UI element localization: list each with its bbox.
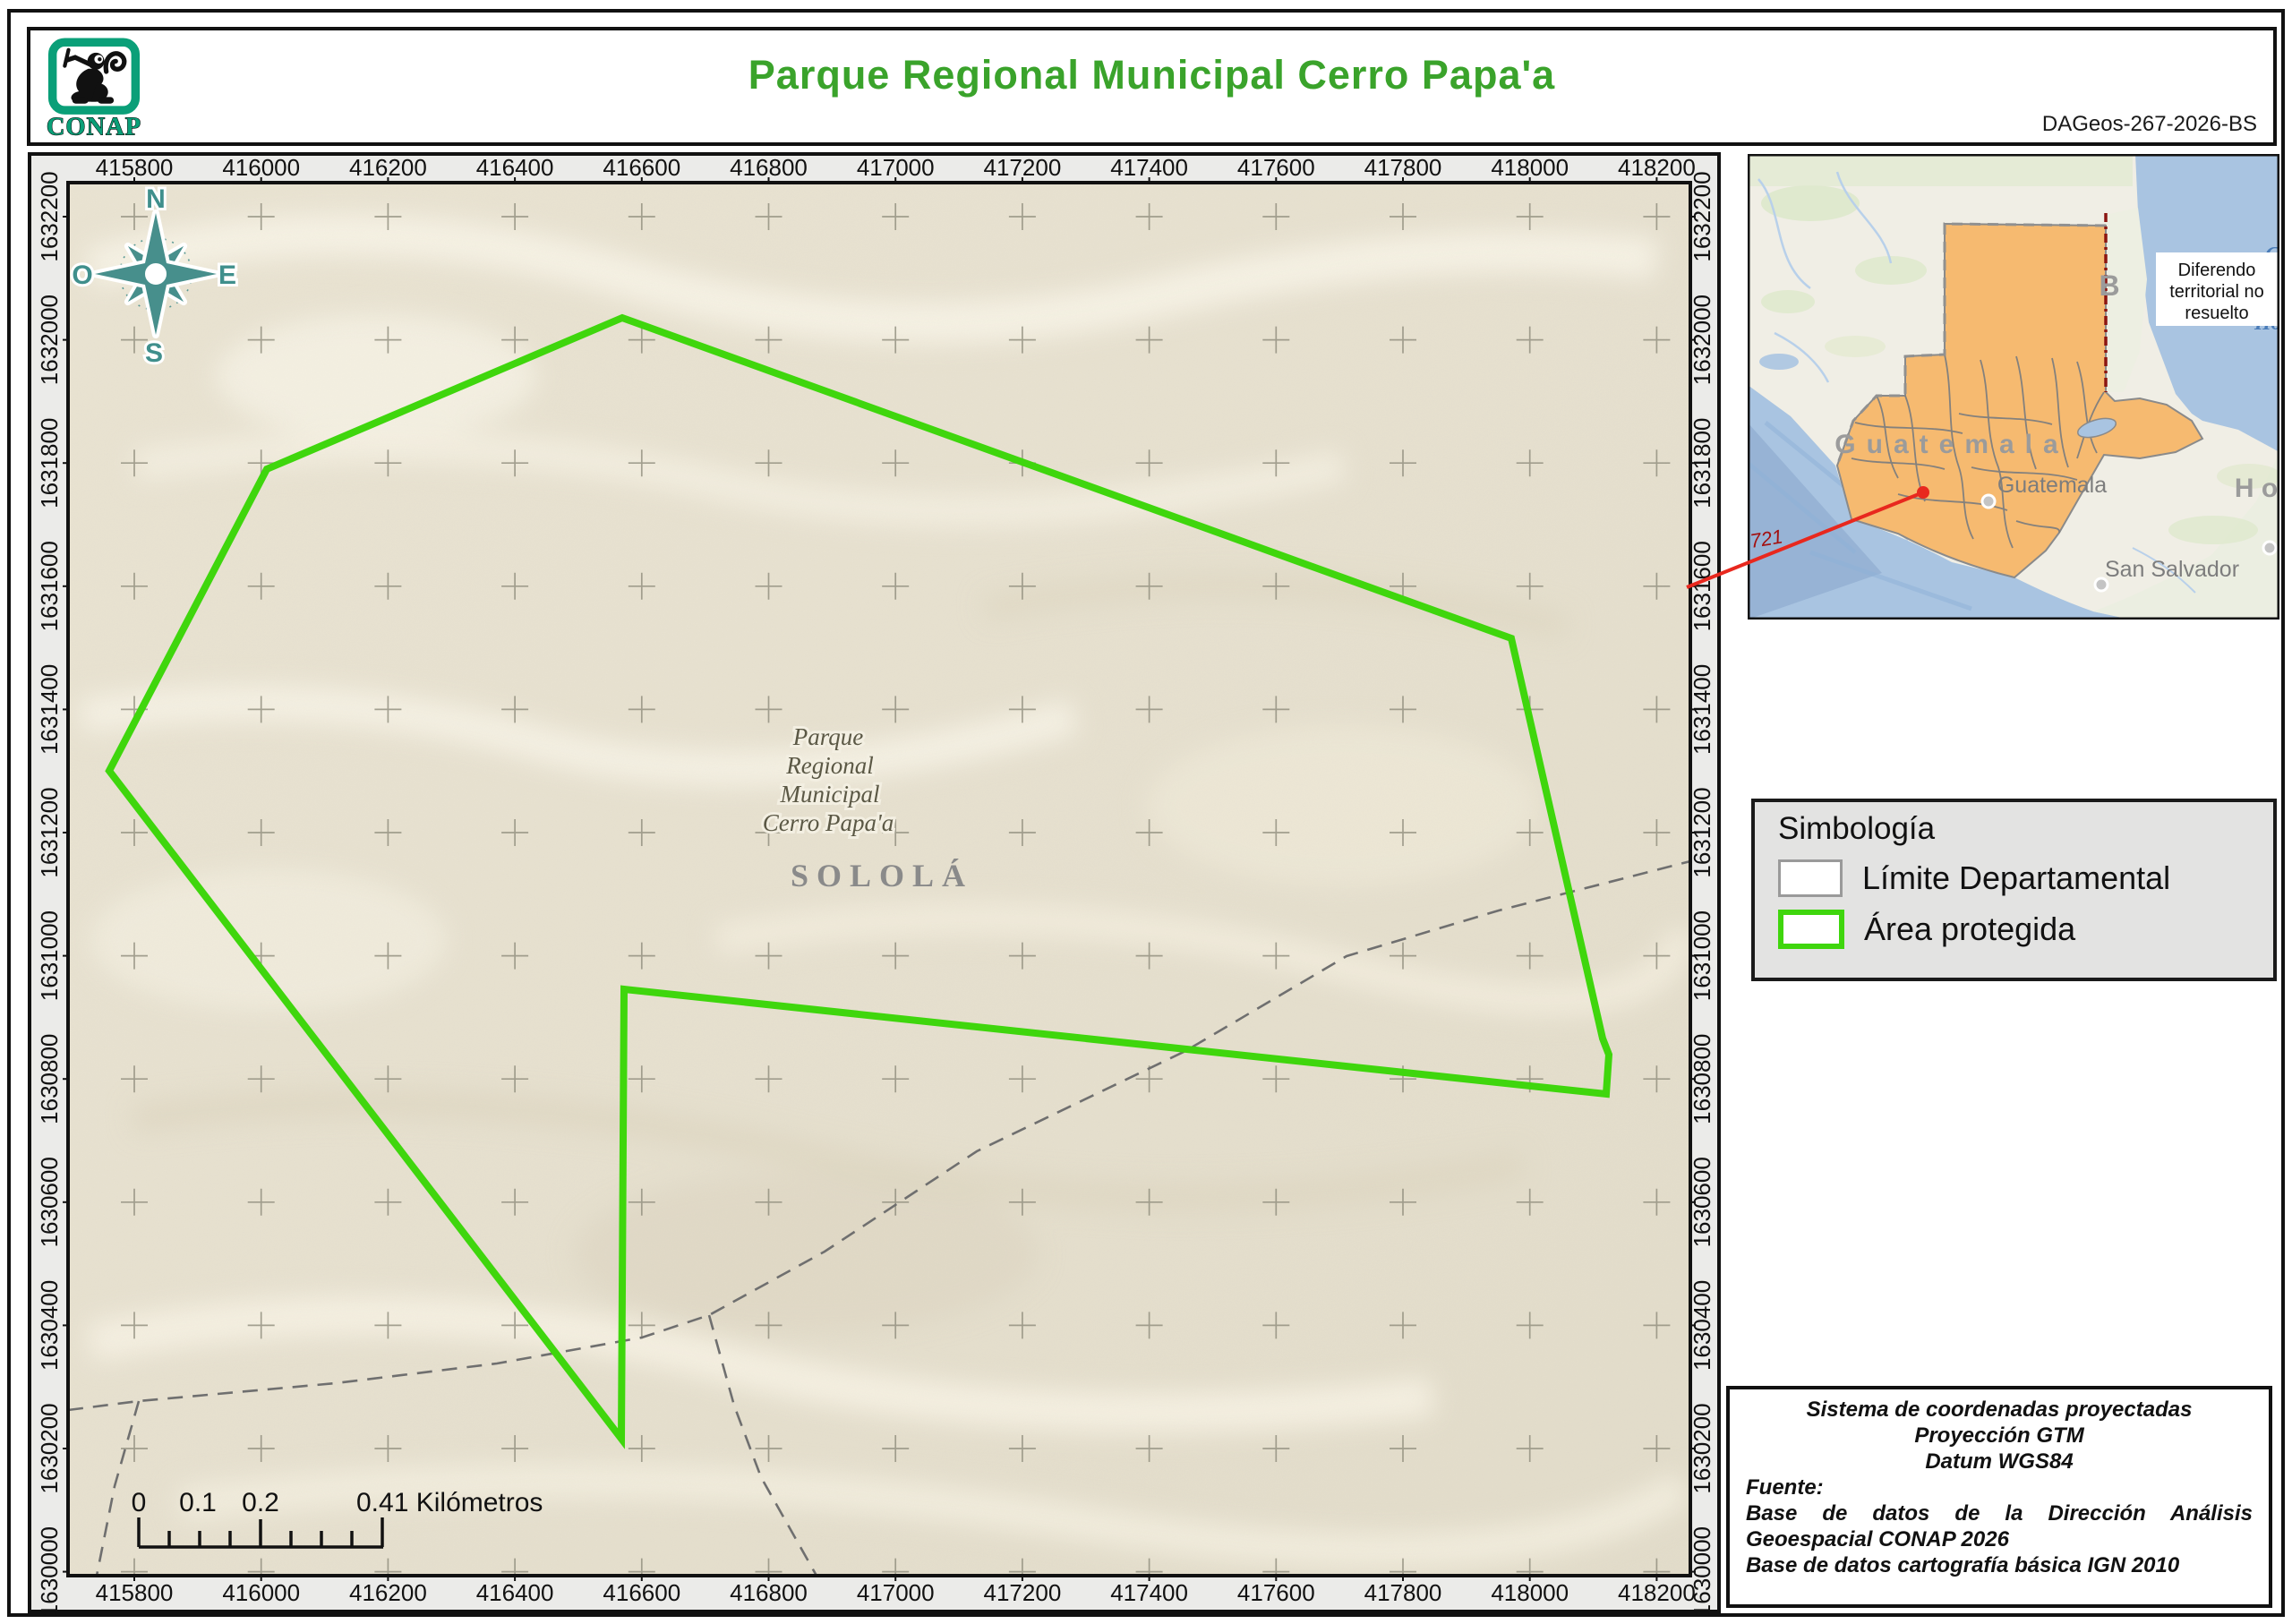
area-label-line: Municipal [780, 781, 880, 808]
scalebar-label-0.2: 0.2 [242, 1488, 279, 1517]
legend-item-protected-area: Área protegida [1778, 910, 2273, 949]
y-axis-label-left: 1631400 [36, 664, 63, 755]
inset-neighbor-label: H o [2235, 474, 2278, 503]
y-axis-label-left: 1631600 [36, 541, 63, 631]
compass-north-label: N [146, 184, 166, 214]
inset-capital-label: Guatemala [1997, 473, 2107, 498]
x-axis-label-bottom: 416200 [349, 1579, 427, 1606]
x-axis-label-top: 416800 [730, 154, 808, 181]
y-axis-label-left: 1632000 [36, 295, 63, 385]
compass-west-label: O [72, 261, 92, 290]
y-axis-label-right: 1630600 [1689, 1157, 1715, 1247]
callout-line: territorial no [2169, 282, 2264, 302]
x-axis-label-bottom: 417200 [984, 1579, 1062, 1606]
compass-east-label: E [218, 261, 236, 290]
credits-source-heading: Fuente: [1746, 1474, 2253, 1500]
x-axis-label-top: 416200 [349, 154, 427, 181]
y-axis-label-right: 1632200 [1689, 171, 1715, 261]
x-axis-label-bottom: 416600 [603, 1579, 680, 1606]
y-axis-label-left: 1630600 [36, 1157, 63, 1247]
inset-country-label: Guatemala [1834, 430, 2068, 459]
x-axis-label-top: 417400 [1110, 154, 1188, 181]
y-axis-label-right: 1630000 [1689, 1526, 1715, 1617]
x-axis-label-bottom: 417000 [857, 1579, 935, 1606]
y-axis-label-right: 1630400 [1689, 1280, 1715, 1371]
x-axis-label-bottom: 416400 [476, 1579, 554, 1606]
inset-capital-dot [1982, 495, 1995, 508]
area-label-line: Parque [792, 723, 863, 750]
x-axis-label-bottom: 418200 [1618, 1579, 1696, 1606]
y-axis-label-left: 1630800 [36, 1034, 63, 1124]
callout-line: resuelto [2185, 303, 2248, 323]
scalebar-label-0.1: 0.1 [179, 1488, 217, 1517]
inset-belize-label: B [2099, 269, 2119, 302]
legend-item-departmental-limit: Límite Departamental [1778, 859, 2273, 897]
map-document: { "header": { "title": "Parque Regional … [0, 0, 2292, 1624]
y-axis-label-right: 1631200 [1689, 787, 1715, 877]
credits-datum: Datum WGS84 [1746, 1449, 2253, 1474]
x-axis-label-top: 417800 [1364, 154, 1442, 181]
x-axis-label-top: 418000 [1491, 154, 1569, 181]
x-axis-label-top: 416400 [476, 154, 554, 181]
credits-coordinate-system: Sistema de coordenadas proyectadas [1746, 1397, 2253, 1423]
y-axis-label-right: 1631600 [1689, 541, 1715, 631]
protected-area-swatch [1778, 910, 1844, 949]
departmental-limit-swatch [1778, 859, 1843, 897]
credits-source-1: Base de datos de la Dirección Análisis G… [1746, 1500, 2253, 1552]
legend-item-label: Área protegida [1864, 910, 2075, 948]
compass-south-label: S [145, 338, 163, 368]
x-axis-label-top: 416600 [603, 154, 680, 181]
credits-projection: Proyección GTM [1746, 1423, 2253, 1449]
y-axis-label-left: 1630400 [36, 1280, 63, 1371]
callout-line: Diferendo [2178, 261, 2256, 280]
x-axis-label-top: 417600 [1237, 154, 1315, 181]
credits-box: Sistema de coordenadas proyectadas Proye… [1726, 1386, 2272, 1608]
x-axis-label-bottom: 416000 [222, 1579, 300, 1606]
area-label-line: Regional [785, 752, 873, 779]
credits-source-2: Base de datos cartografía básica IGN 201… [1746, 1552, 2253, 1578]
y-axis-label-left: 1631200 [36, 787, 63, 877]
scalebar-label-0: 0 [132, 1488, 147, 1517]
y-axis-label-right: 1630800 [1689, 1034, 1715, 1124]
department-label: SOLOLÁ [791, 858, 973, 893]
x-axis-label-bottom: 417400 [1110, 1579, 1188, 1606]
y-axis-label-left: 1631800 [36, 418, 63, 509]
inset-locator-map: Guatemala Guatemala San Salvador H o B G… [1748, 154, 2279, 620]
territorial-dispute-callout: Diferendo territorial no resuelto [2156, 252, 2278, 326]
y-axis-label-right: 1632000 [1689, 295, 1715, 385]
x-axis-label-top: 417200 [984, 154, 1062, 181]
inset-city-label: San Salvador [2105, 557, 2239, 582]
y-axis-label-left: 1630000 [36, 1526, 63, 1617]
y-axis-label-left: 1630200 [36, 1403, 63, 1493]
x-axis-label-bottom: 416800 [730, 1579, 808, 1606]
y-axis-label-right: 1630200 [1689, 1403, 1715, 1493]
x-axis-label-top: 417000 [857, 154, 935, 181]
scalebar-label-km: 0.41 Kilómetros [356, 1488, 543, 1517]
legend-item-label: Límite Departamental [1862, 859, 2170, 897]
y-axis-label-left: 1632200 [36, 171, 63, 261]
y-axis-label-left: 1631000 [36, 910, 63, 1001]
area-label-line: Cerro Papa'a [763, 809, 894, 836]
y-axis-label-right: 1631400 [1689, 664, 1715, 755]
x-axis-label-top: 416000 [222, 154, 300, 181]
x-axis-label-bottom: 417800 [1364, 1579, 1442, 1606]
y-axis-label-right: 1631800 [1689, 418, 1715, 509]
x-axis-label-bottom: 415800 [96, 1579, 174, 1606]
legend-title: Simbología [1778, 811, 2273, 847]
y-axis-label-right: 1631000 [1689, 910, 1715, 1001]
legend: Simbología Límite Departamental Área pro… [1751, 799, 2277, 981]
inset-city-dot-2 [2263, 542, 2276, 554]
x-axis-label-bottom: 418000 [1491, 1579, 1569, 1606]
x-axis-label-top: 415800 [96, 154, 174, 181]
x-axis-label-top: 418200 [1618, 154, 1696, 181]
x-axis-label-bottom: 417600 [1237, 1579, 1315, 1606]
